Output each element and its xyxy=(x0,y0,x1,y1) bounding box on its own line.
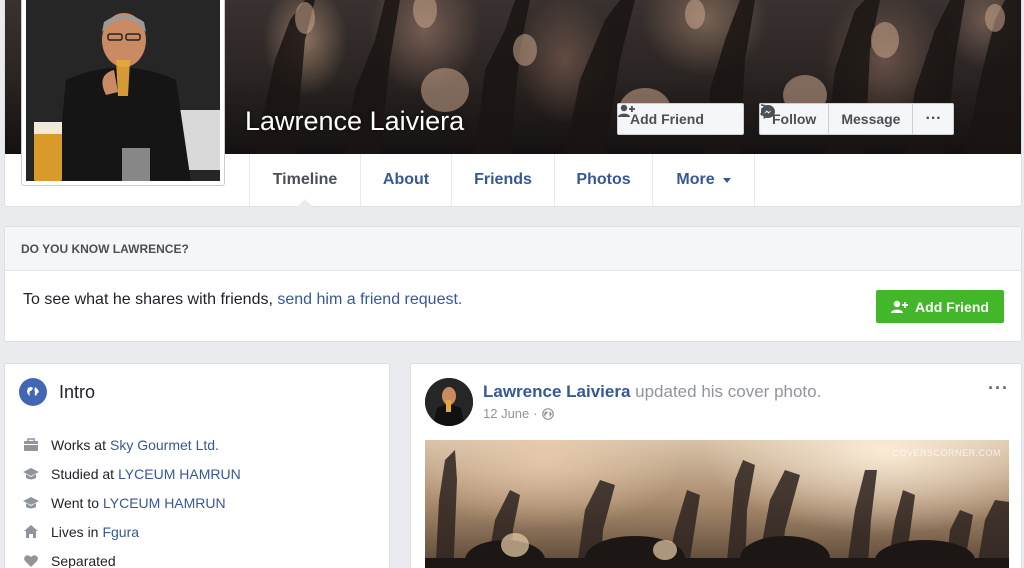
tab-more-label: More xyxy=(676,171,715,188)
intro-item-studied: Studied at LYCEUM HAMRUN xyxy=(21,459,241,488)
friend-suggestion-heading: DO YOU KNOW LAWRENCE? xyxy=(5,227,1021,271)
tab-photos[interactable]: Photos xyxy=(555,154,653,206)
intro-item-went-prefix: Went to xyxy=(51,494,99,511)
post-photo-watermark: COVERSCORNER.COM xyxy=(892,448,1001,458)
profile-photo-illustration xyxy=(26,0,220,181)
add-friend-icon xyxy=(618,104,635,117)
post-meta-separator: · xyxy=(533,406,538,421)
intro-item-lives: Lives in Fgura xyxy=(21,517,241,546)
follow-label: Follow xyxy=(772,111,817,127)
post-author-name[interactable]: Lawrence Laiviera xyxy=(483,382,630,401)
intro-card: Intro Works at Sky Gourmet Ltd. Studied … xyxy=(4,363,390,568)
intro-item-relationship: Separated xyxy=(21,546,241,568)
tab-about[interactable]: About xyxy=(361,154,452,206)
timeline-post: Lawrence Laiviera updated his cover phot… xyxy=(410,363,1022,568)
messenger-icon xyxy=(761,105,775,119)
add-friend-label: Add Friend xyxy=(630,111,704,127)
intro-item-work-prefix: Works at xyxy=(51,436,106,453)
post-headline: Lawrence Laiviera updated his cover phot… xyxy=(483,382,821,402)
heart-icon xyxy=(21,553,41,568)
friend-suggestion-box: DO YOU KNOW LAWRENCE? To see what he sha… xyxy=(4,226,1022,342)
add-friend-green-label: Add Friend xyxy=(915,298,989,315)
intro-item-went-link[interactable]: LYCEUM HAMRUN xyxy=(103,495,226,511)
tab-timeline[interactable]: Timeline xyxy=(250,154,361,207)
more-dots-icon: ··· xyxy=(925,110,942,127)
profile-actions-group: Follow Message ··· xyxy=(759,103,955,135)
post-options-button[interactable]: ··· xyxy=(988,378,1009,399)
intro-item-work: Works at Sky Gourmet Ltd. xyxy=(21,430,241,459)
intro-list: Works at Sky Gourmet Ltd. Studied at LYC… xyxy=(21,430,241,568)
profile-tabs: Timeline About Friends Photos More xyxy=(249,154,755,207)
intro-item-lives-link[interactable]: Fgura xyxy=(102,524,139,540)
post-crowd-illustration xyxy=(425,450,1009,568)
post-action-text: updated his cover photo. xyxy=(630,382,822,401)
more-options-button[interactable]: ··· xyxy=(913,104,953,134)
briefcase-icon xyxy=(21,437,41,453)
chevron-down-icon xyxy=(722,177,731,183)
post-cover-photo[interactable]: COVERSCORNER.COM xyxy=(425,440,1009,568)
intro-title: Intro xyxy=(59,381,96,402)
intro-item-studied-prefix: Studied at xyxy=(51,465,115,482)
tab-more[interactable]: More xyxy=(653,154,755,206)
profile-photo xyxy=(26,0,220,181)
intro-item-studied-link[interactable]: LYCEUM HAMRUN xyxy=(118,466,241,482)
intro-item-work-link[interactable]: Sky Gourmet Ltd. xyxy=(110,437,219,453)
home-icon xyxy=(21,524,41,540)
profile-name[interactable]: Lawrence Laiviera xyxy=(245,106,464,137)
intro-heading: Intro xyxy=(19,378,95,406)
add-friend-green-button[interactable]: Add Friend xyxy=(876,290,1004,323)
intro-item-lives-prefix: Lives in xyxy=(51,523,99,540)
message-label: Message xyxy=(841,111,901,127)
add-friend-icon xyxy=(891,300,909,313)
intro-item-went: Went to LYCEUM HAMRUN xyxy=(21,488,241,517)
globe-icon xyxy=(19,378,47,406)
profile-picture[interactable] xyxy=(21,0,225,186)
friend-suggestion-prefix: To see what he shares with friends, xyxy=(23,291,278,308)
message-button[interactable]: Message xyxy=(761,104,914,134)
graduation-cap-icon xyxy=(21,495,41,511)
post-meta: 12 June · xyxy=(483,406,554,421)
post-author-avatar[interactable] xyxy=(425,378,473,426)
tab-about-label: About xyxy=(382,171,430,188)
intro-item-relationship-text: Separated xyxy=(51,552,116,568)
friend-suggestion-text: To see what he shares with friends, send… xyxy=(23,291,462,309)
post-date[interactable]: 12 June xyxy=(483,406,529,421)
tab-timeline-label: Timeline xyxy=(272,171,338,188)
send-friend-request-link[interactable]: send him a friend request. xyxy=(277,291,462,308)
public-globe-icon[interactable] xyxy=(541,407,554,420)
add-friend-button[interactable]: Add Friend xyxy=(617,103,744,135)
tab-friends-label: Friends xyxy=(474,171,532,188)
tab-photos-label: Photos xyxy=(576,171,631,188)
tab-friends[interactable]: Friends xyxy=(452,154,555,206)
graduation-cap-icon xyxy=(21,466,41,482)
